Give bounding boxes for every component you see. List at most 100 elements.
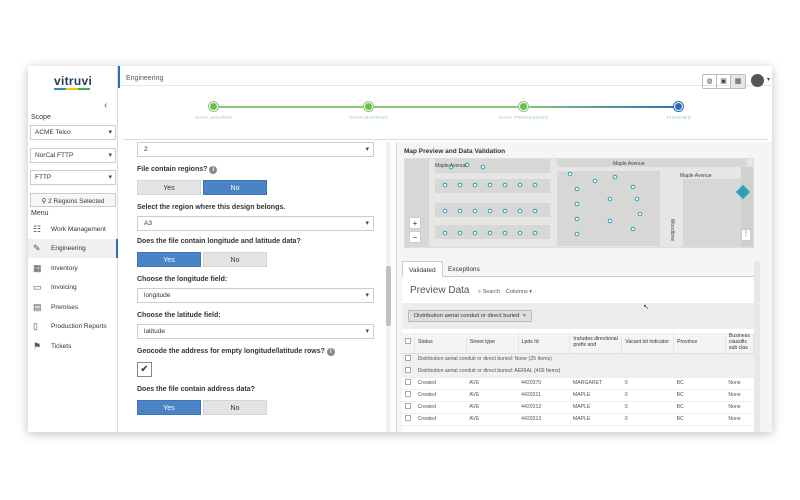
zoom-out-button[interactable]: −	[409, 231, 421, 243]
group-row[interactable]: Distribution aerial conduit or direct bu…	[402, 353, 754, 366]
address-yes-button[interactable]: Yes	[137, 400, 201, 415]
menu-label: Menu	[31, 210, 49, 217]
top-select[interactable]: 2	[137, 142, 374, 157]
table-row[interactable]: Created AVE 4420212 MAPLE 0 BC None	[402, 401, 754, 414]
col-header-province[interactable]: Province	[673, 333, 726, 354]
file-icon: ▯	[33, 321, 38, 331]
group-row-label: Distribution aerial conduit or direct bu…	[414, 365, 754, 378]
row-checkbox[interactable]	[405, 415, 411, 421]
step-label: DATA MAPPING	[349, 116, 389, 121]
latlong-yes-button[interactable]: Yes	[137, 252, 201, 267]
chevron-left-icon[interactable]: ‹	[104, 100, 107, 111]
map-preview[interactable]: Maple Avenue Maple Avenue Maple Avenue W…	[404, 158, 754, 248]
col-header-business-class[interactable]: Business classific sub clas	[725, 333, 755, 354]
sidebar-item-engineering[interactable]: ✎ Engineering	[28, 239, 118, 258]
group-chip-label: Distribution aerial conduit or direct bu…	[414, 313, 520, 319]
sidebar-item-production-reports[interactable]: ▯ Production Reports	[28, 317, 118, 336]
geocode-checkbox[interactable]: ✔	[137, 362, 152, 377]
cell: BC	[673, 389, 726, 402]
info-icon[interactable]: i	[326, 348, 335, 356]
col-header-street-type[interactable]: Street type	[466, 333, 519, 354]
question-latitude: Choose the latitude field:	[137, 312, 221, 319]
table-row[interactable]: Created AVE 4420211 MAPLE 0 BC None	[402, 389, 754, 402]
globe-icon[interactable]: ◍	[703, 75, 717, 88]
cubes-icon: ▦	[33, 263, 42, 273]
sidebar-item-label: Tickets	[51, 343, 72, 350]
form-scrollbar-thumb[interactable]	[386, 266, 391, 326]
zoom-in-button[interactable]: +	[409, 217, 421, 229]
cell: MAPLE	[569, 413, 622, 426]
preview-scrollbar[interactable]	[754, 261, 760, 432]
regions-yes-button[interactable]: Yes	[137, 180, 201, 195]
map-menu-icon[interactable]: ⋮	[741, 229, 751, 241]
table-row[interactable]: Created AVE 4420213 MAPLE 0 BC None	[402, 413, 754, 426]
region-select[interactable]: A3	[137, 216, 374, 231]
scope-type-dropdown[interactable]: FTTP	[30, 170, 116, 185]
col-header-lpds-id[interactable]: Lpds Id	[518, 333, 571, 354]
sidebar-item-label: Engineering	[51, 245, 86, 252]
cell: 4420213	[518, 413, 570, 426]
sidebar-item-premises[interactable]: ▤ Premises	[28, 298, 118, 317]
map-title: Map Preview and Data Validation	[404, 148, 506, 155]
col-header-vacant-lot[interactable]: Vacant lot indicator	[621, 333, 675, 354]
group-by-area: Distribution aerial conduit or direct bu…	[402, 303, 754, 329]
latlong-no-button[interactable]: No	[203, 252, 267, 267]
cell: AVE	[466, 389, 519, 402]
address-no-button[interactable]: No	[203, 400, 267, 415]
sidebar-item-work-management[interactable]: ☷ Work Management	[28, 220, 118, 239]
sidebar-item-label: Inventory	[51, 265, 78, 272]
longitude-select[interactable]: longitude	[137, 288, 374, 303]
grid-icon[interactable]: ▦	[731, 75, 745, 88]
preview-table: Status Street type Lpds Id Includes dire…	[402, 333, 755, 426]
street-label: Maple Avenue	[435, 163, 467, 169]
sidebar-item-label: Premises	[51, 304, 79, 311]
regions-button[interactable]: ⚲ 2 Regions Selected	[30, 193, 116, 207]
columns-dropdown[interactable]: Columns ▾	[506, 289, 532, 295]
row-checkbox[interactable]	[405, 391, 411, 397]
sidebar-item-invoicing[interactable]: ▭ Invoicing	[28, 278, 118, 297]
logo: vitruvi	[54, 74, 93, 88]
group-row-label: Distribution aerial conduit or direct bu…	[414, 353, 754, 366]
select-all-checkbox[interactable]	[402, 333, 415, 354]
col-header-status[interactable]: Status	[414, 333, 467, 354]
building-icon: ▤	[33, 302, 42, 312]
avatar[interactable]	[751, 74, 764, 87]
sidebar-item-label: Production Reports	[51, 323, 107, 330]
calendar-icon[interactable]: ▣	[717, 75, 731, 88]
tab-validated[interactable]: Validated	[402, 261, 443, 277]
info-icon[interactable]: i	[209, 166, 218, 174]
search-label: Search	[482, 289, 501, 295]
col-header-directional-prefix[interactable]: Includes directional prefix and	[569, 333, 623, 354]
step-dot-data-source	[209, 102, 218, 111]
group-row[interactable]: Distribution aerial conduit or direct bu…	[402, 365, 754, 378]
caret-down-icon[interactable]: ▾	[767, 76, 770, 83]
search-button[interactable]: ⌕ Search	[478, 289, 500, 296]
row-checkbox[interactable]	[405, 403, 411, 409]
cell: BC	[673, 413, 726, 426]
street-label: Woodbine	[669, 218, 676, 242]
sidebar-item-inventory[interactable]: ▦ Inventory	[28, 259, 118, 278]
row-checkbox[interactable]	[405, 379, 411, 385]
page-title: Engineering	[126, 75, 164, 82]
group-chip[interactable]: Distribution aerial conduit or direct bu…	[408, 310, 532, 322]
regions-no-button[interactable]: No	[203, 180, 267, 195]
flag-icon: ⚑	[33, 341, 42, 351]
latitude-select[interactable]: latitude	[137, 324, 374, 339]
scope-project-dropdown[interactable]: NorCal FTTP	[30, 148, 116, 163]
table-row[interactable]: Created AVE 4420370 MARGARET 0 BC None	[402, 377, 754, 390]
close-icon[interactable]: ×	[523, 313, 526, 319]
sidebar-item-tickets[interactable]: ⚑ Tickets	[28, 337, 118, 356]
scope-company-dropdown[interactable]: ACME Telco	[30, 125, 116, 140]
cell: None	[725, 413, 754, 426]
street-label: Maple Avenue	[613, 161, 645, 167]
cell: 4420370	[518, 377, 570, 390]
tab-exceptions[interactable]: Exceptions	[442, 261, 486, 277]
cell: BC	[673, 401, 726, 414]
cell: 4420211	[518, 389, 570, 402]
cell: Created	[414, 401, 467, 414]
cell: MAPLE	[569, 389, 622, 402]
view-toggle-group: ◍ ▣ ▦	[702, 74, 746, 89]
progress-stepper: DATA SOURCE DATA MAPPING DATA PROCESSING…	[123, 92, 768, 140]
sidebar-item-label: Work Management	[51, 226, 106, 233]
sidebar: vitruvi ‹ Scope ACME Telco NorCal FTTP F…	[28, 66, 118, 432]
